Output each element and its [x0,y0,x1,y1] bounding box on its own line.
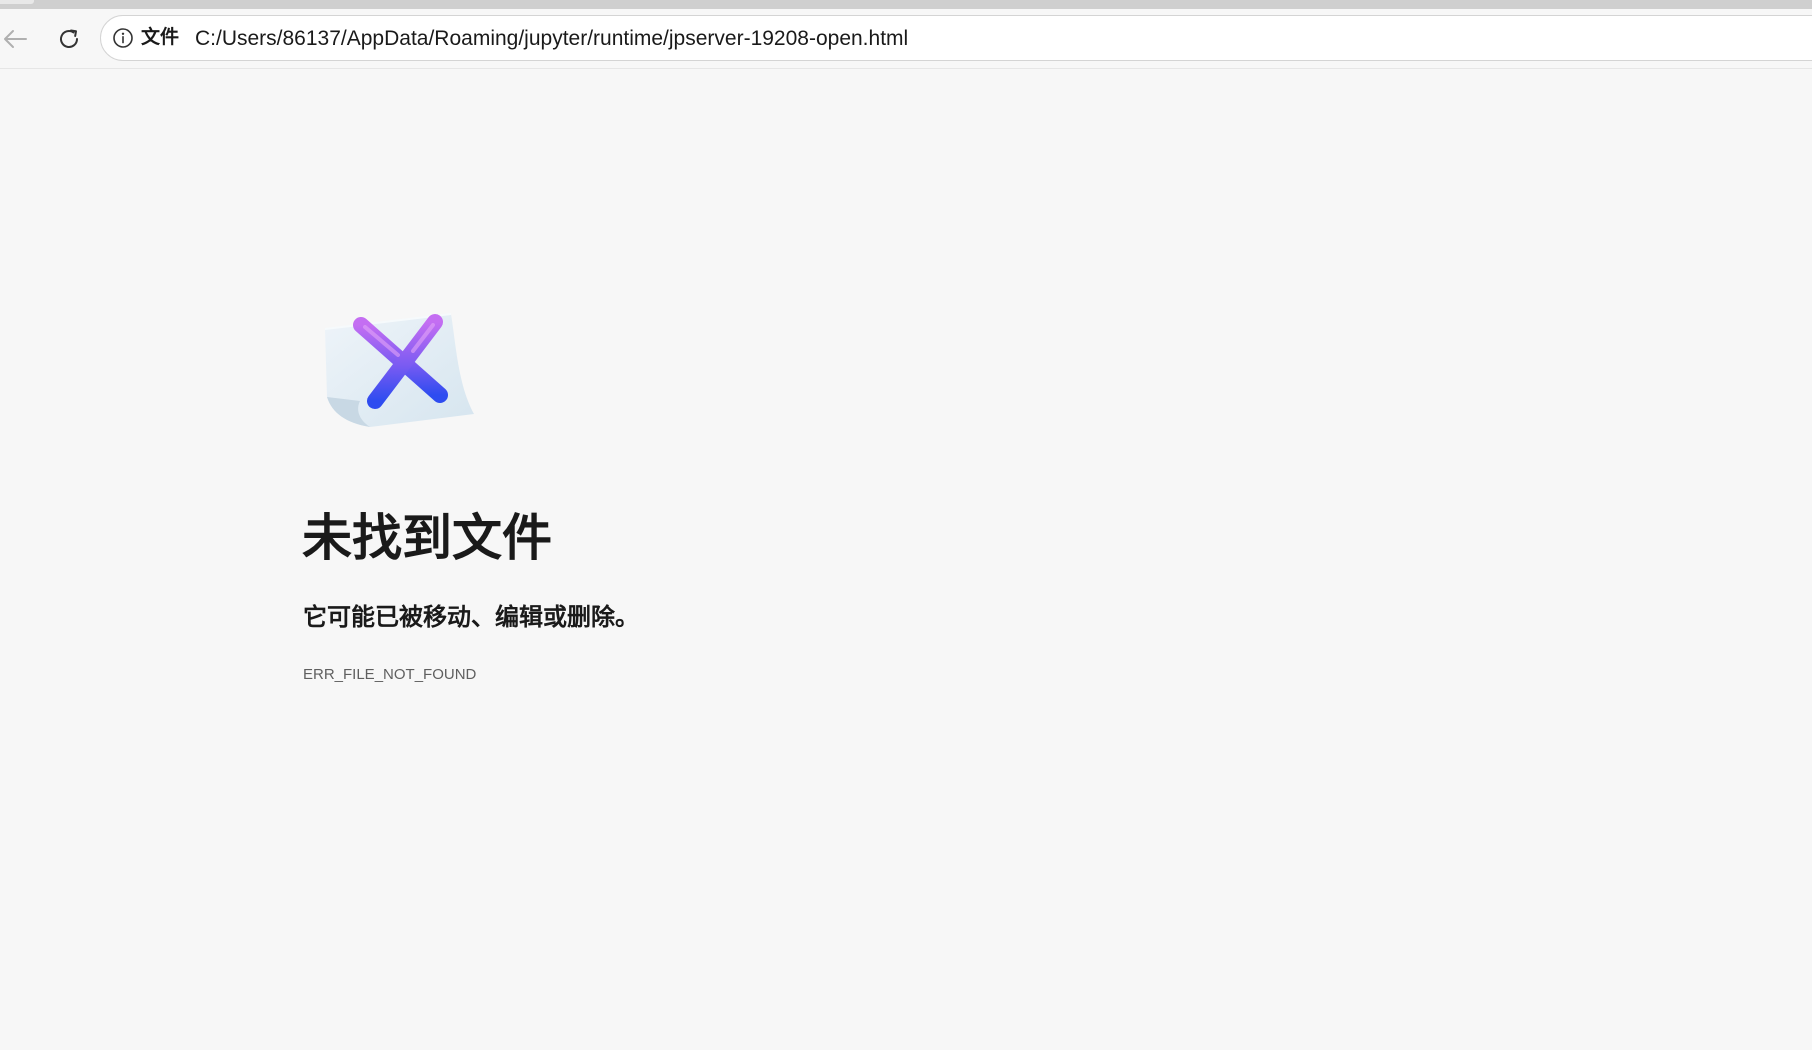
error-code: ERR_FILE_NOT_FOUND [303,666,477,683]
arrow-left-icon [4,30,27,48]
active-tab-edge[interactable] [0,0,34,4]
tab-strip [0,0,1812,9]
file-error-x-icon [318,305,483,435]
error-title: 未找到文件 [302,510,552,566]
browser-toolbar: 文件 C:/Users/86137/AppData/Roaming/jupyte… [0,9,1812,69]
reload-button[interactable] [52,22,86,56]
address-bar[interactable]: 文件 C:/Users/86137/AppData/Roaming/jupyte… [100,15,1812,61]
reload-icon [60,29,78,48]
url-text[interactable]: C:/Users/86137/AppData/Roaming/jupyter/r… [195,27,908,51]
back-button[interactable] [0,22,32,56]
error-subtitle: 它可能已被移动、编辑或删除。 [303,604,639,631]
scheme-label[interactable]: 文件 [141,27,179,49]
info-icon[interactable] [112,27,134,49]
